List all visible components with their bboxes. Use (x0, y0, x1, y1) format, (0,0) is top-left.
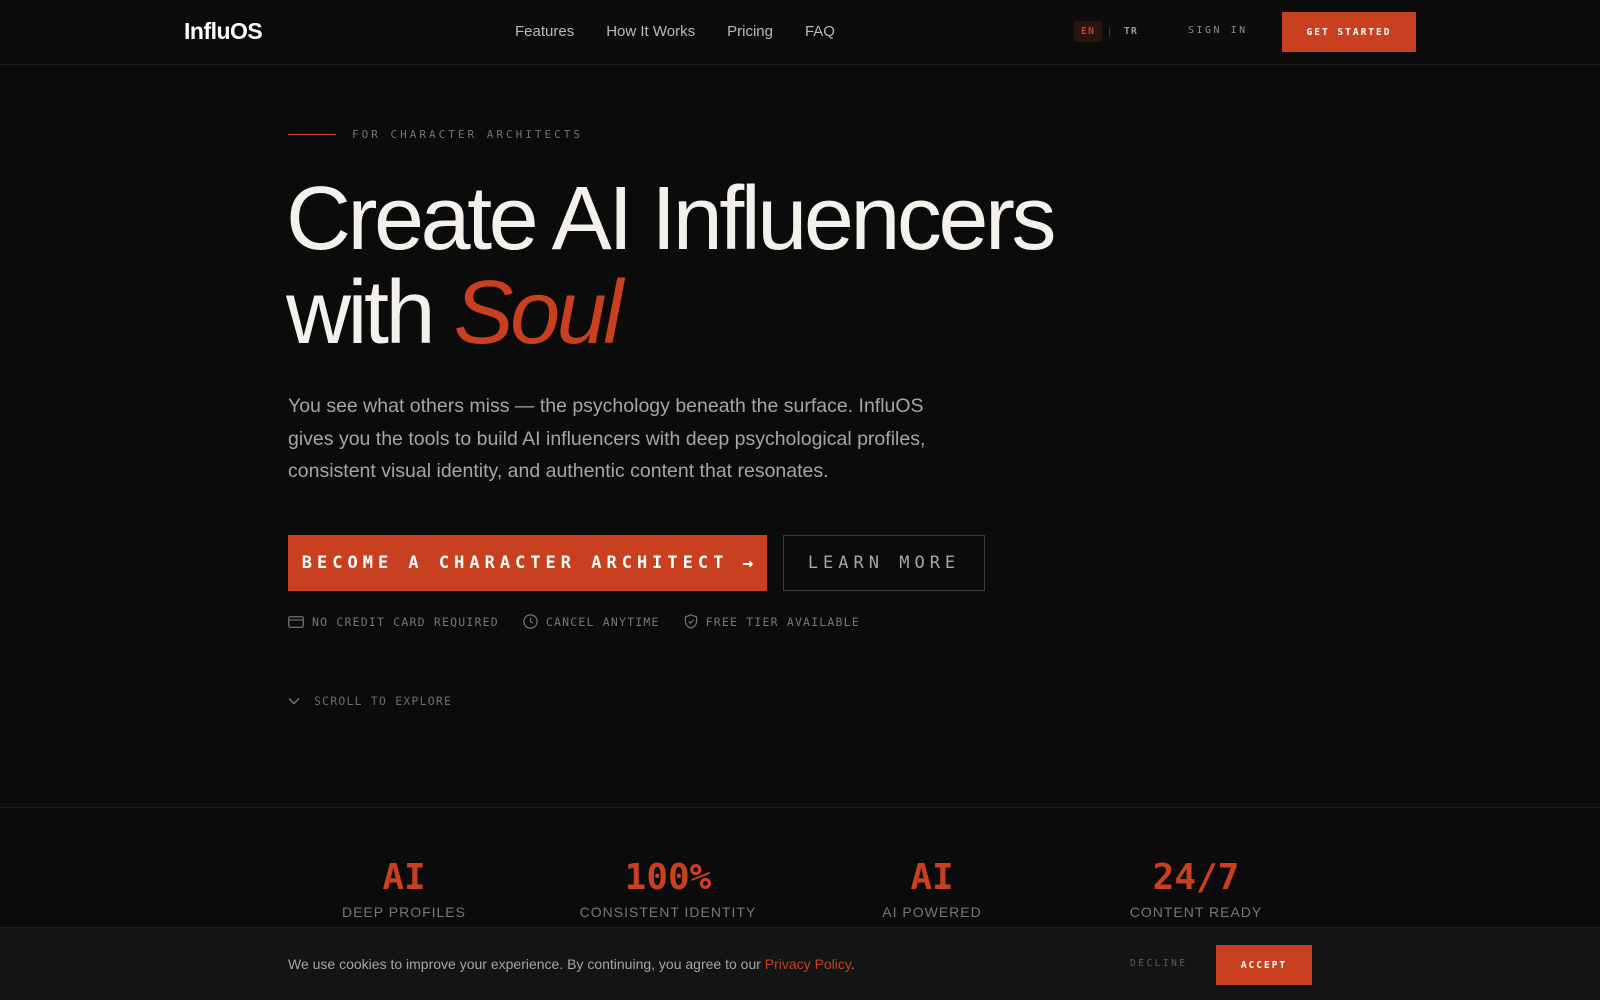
accept-cookies-button[interactable]: ACCEPT (1216, 945, 1312, 985)
hero-title-prefix: with (286, 263, 454, 363)
badge-label: CANCEL ANYTIME (545, 614, 660, 629)
hero-subtitle: You see what others miss — the psycholog… (288, 395, 926, 482)
become-architect-button[interactable]: BECOME A CHARACTER ARCHITECT → (288, 535, 767, 591)
nav-links: Features How It Works Pricing FAQ (515, 23, 835, 40)
become-architect-label: BECOME A CHARACTER ARCHITECT (301, 553, 729, 573)
clock-icon (523, 614, 538, 629)
eyebrow-line (288, 134, 336, 135)
scroll-indicator[interactable]: SCROLL TO EXPLORE (288, 694, 452, 708)
logo[interactable]: InfluOS (184, 18, 263, 45)
learn-more-button[interactable]: LEARN MORE (783, 535, 985, 591)
cookie-text: We use cookies to improve your experienc… (288, 956, 765, 972)
nav-link-how-it-works[interactable]: How It Works (606, 23, 695, 40)
badge-cancel-anytime: CANCEL ANYTIME (523, 614, 660, 629)
stats-section: AI DEEP PROFILES 100% CONSISTENT IDENTIT… (0, 807, 1600, 927)
get-started-button[interactable]: GET STARTED (1282, 12, 1416, 52)
badge-label: FREE TIER AVAILABLE (705, 614, 860, 629)
cookie-text-end: . (850, 956, 855, 972)
hero-eyebrow: FOR CHARACTER ARCHITECTS (288, 128, 583, 141)
stat-consistent-identity: 100% CONSISTENT IDENTITY (548, 857, 788, 921)
sign-in-link[interactable]: SIGN IN (1188, 25, 1248, 36)
stat-label: CONTENT READY (1129, 904, 1263, 920)
hero-title-accent: Soul (453, 263, 624, 363)
trust-badges: NO CREDIT CARD REQUIRED CANCEL ANYTIME F… (288, 614, 860, 629)
hero-title-line1: Create AI Influencers (286, 169, 1056, 269)
stat-value: AI (382, 857, 426, 898)
stat-value: AI (910, 857, 954, 898)
stat-ai-powered: AI AI POWERED (812, 857, 1052, 921)
arrow-right-icon: → (742, 552, 754, 574)
decline-cookies-button[interactable]: DECLINE (1130, 958, 1188, 969)
nav-link-pricing[interactable]: Pricing (727, 23, 773, 40)
stat-value: 100% (624, 857, 712, 898)
badge-label: NO CREDIT CARD REQUIRED (312, 614, 499, 629)
lang-en-button[interactable]: EN (1074, 21, 1103, 42)
shield-check-icon (684, 614, 697, 629)
nav-link-faq[interactable]: FAQ (805, 23, 835, 40)
top-navbar: InfluOS Features How It Works Pricing FA… (0, 0, 1600, 65)
stat-content-ready: 24/7 CONTENT READY (1076, 857, 1316, 921)
stat-label: AI POWERED (882, 904, 982, 920)
eyebrow-text: FOR CHARACTER ARCHITECTS (352, 128, 583, 141)
privacy-policy-link[interactable]: Privacy Policy (765, 956, 851, 972)
stat-deep-profiles: AI DEEP PROFILES (284, 857, 524, 921)
language-switcher: EN | TR (1074, 21, 1145, 42)
nav-link-features[interactable]: Features (515, 23, 574, 40)
chevron-down-icon (288, 698, 300, 705)
hero-title: Create AI Influencers with Soul (286, 169, 1056, 363)
scroll-label: SCROLL TO EXPLORE (314, 694, 453, 708)
stat-value: 24/7 (1152, 857, 1240, 898)
badge-free-tier: FREE TIER AVAILABLE (684, 614, 860, 629)
cookie-message: We use cookies to improve your experienc… (288, 956, 855, 972)
lang-tr-button[interactable]: TR (1117, 21, 1145, 42)
stat-label: CONSISTENT IDENTITY (579, 904, 757, 920)
badge-no-credit-card: NO CREDIT CARD REQUIRED (288, 614, 499, 629)
cookie-banner: We use cookies to improve your experienc… (0, 927, 1600, 1000)
lang-separator: | (1108, 25, 1111, 38)
credit-card-icon (288, 615, 304, 628)
stat-label: DEEP PROFILES (341, 904, 466, 920)
